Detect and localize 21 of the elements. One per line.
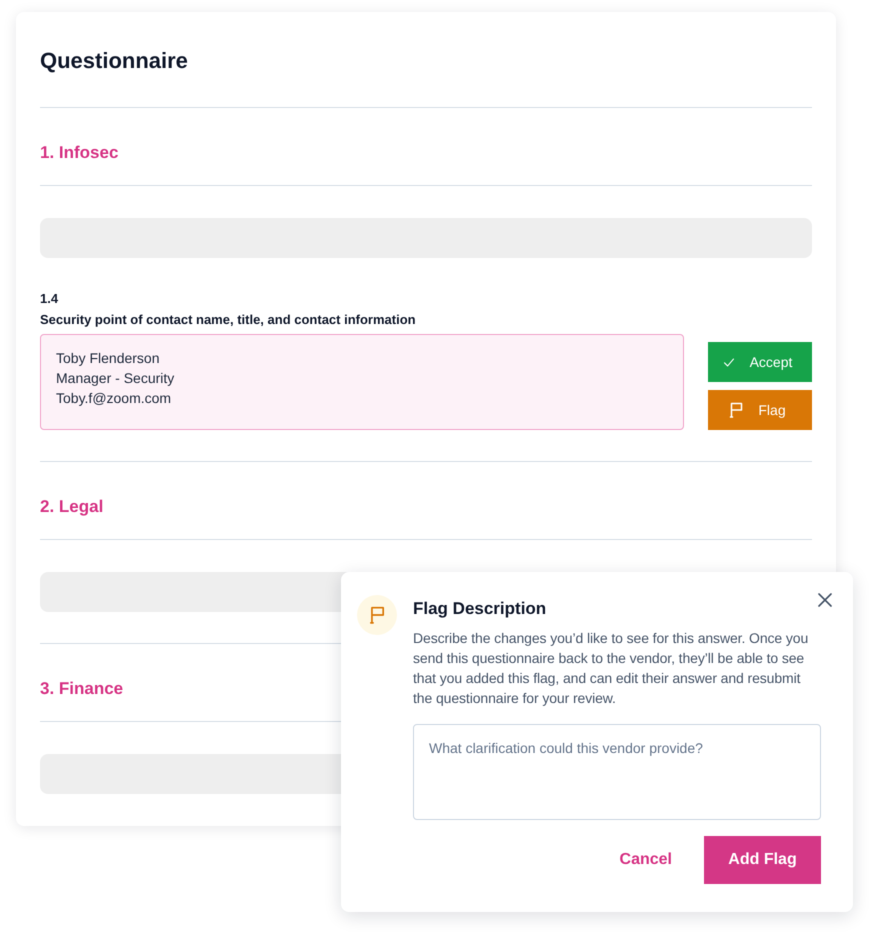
cancel-button[interactable]: Cancel: [604, 836, 688, 884]
flag-button[interactable]: Flag: [708, 390, 812, 430]
page-title: Questionnaire: [40, 47, 188, 75]
section-heading: 3. Finance: [40, 678, 124, 700]
answer-line: Toby.f@zoom.com: [56, 389, 172, 408]
question-number: 1.4: [40, 290, 58, 308]
popover-title: Flag Description: [413, 598, 546, 620]
close-icon: [818, 593, 832, 607]
section-heading: 1. Infosec: [40, 142, 118, 164]
add-flag-button[interactable]: Add Flag: [704, 836, 821, 884]
close-button[interactable]: [817, 592, 833, 608]
description-text: Describe the changes you’d like to see for this answer. Once you send this questionnaire back to the vendor, they’ll be able to see that you added this flag, and can edit their answer and resubmit the questionnaire for your review.: [413, 629, 810, 708]
flag-icon: [357, 595, 397, 635]
accept-button[interactable]: Accept: [708, 342, 812, 382]
answer-line: Toby Flenderson: [56, 349, 160, 368]
answer-line: Manager - Security: [56, 369, 174, 388]
description-field[interactable]: What clarification could this vendor provide?: [413, 724, 821, 820]
flag-icon: [728, 402, 744, 418]
check-icon: [722, 356, 736, 368]
question-label: Security point of contact name, title, and contact information: [40, 311, 416, 329]
section-heading: 2. Legal: [40, 496, 104, 518]
